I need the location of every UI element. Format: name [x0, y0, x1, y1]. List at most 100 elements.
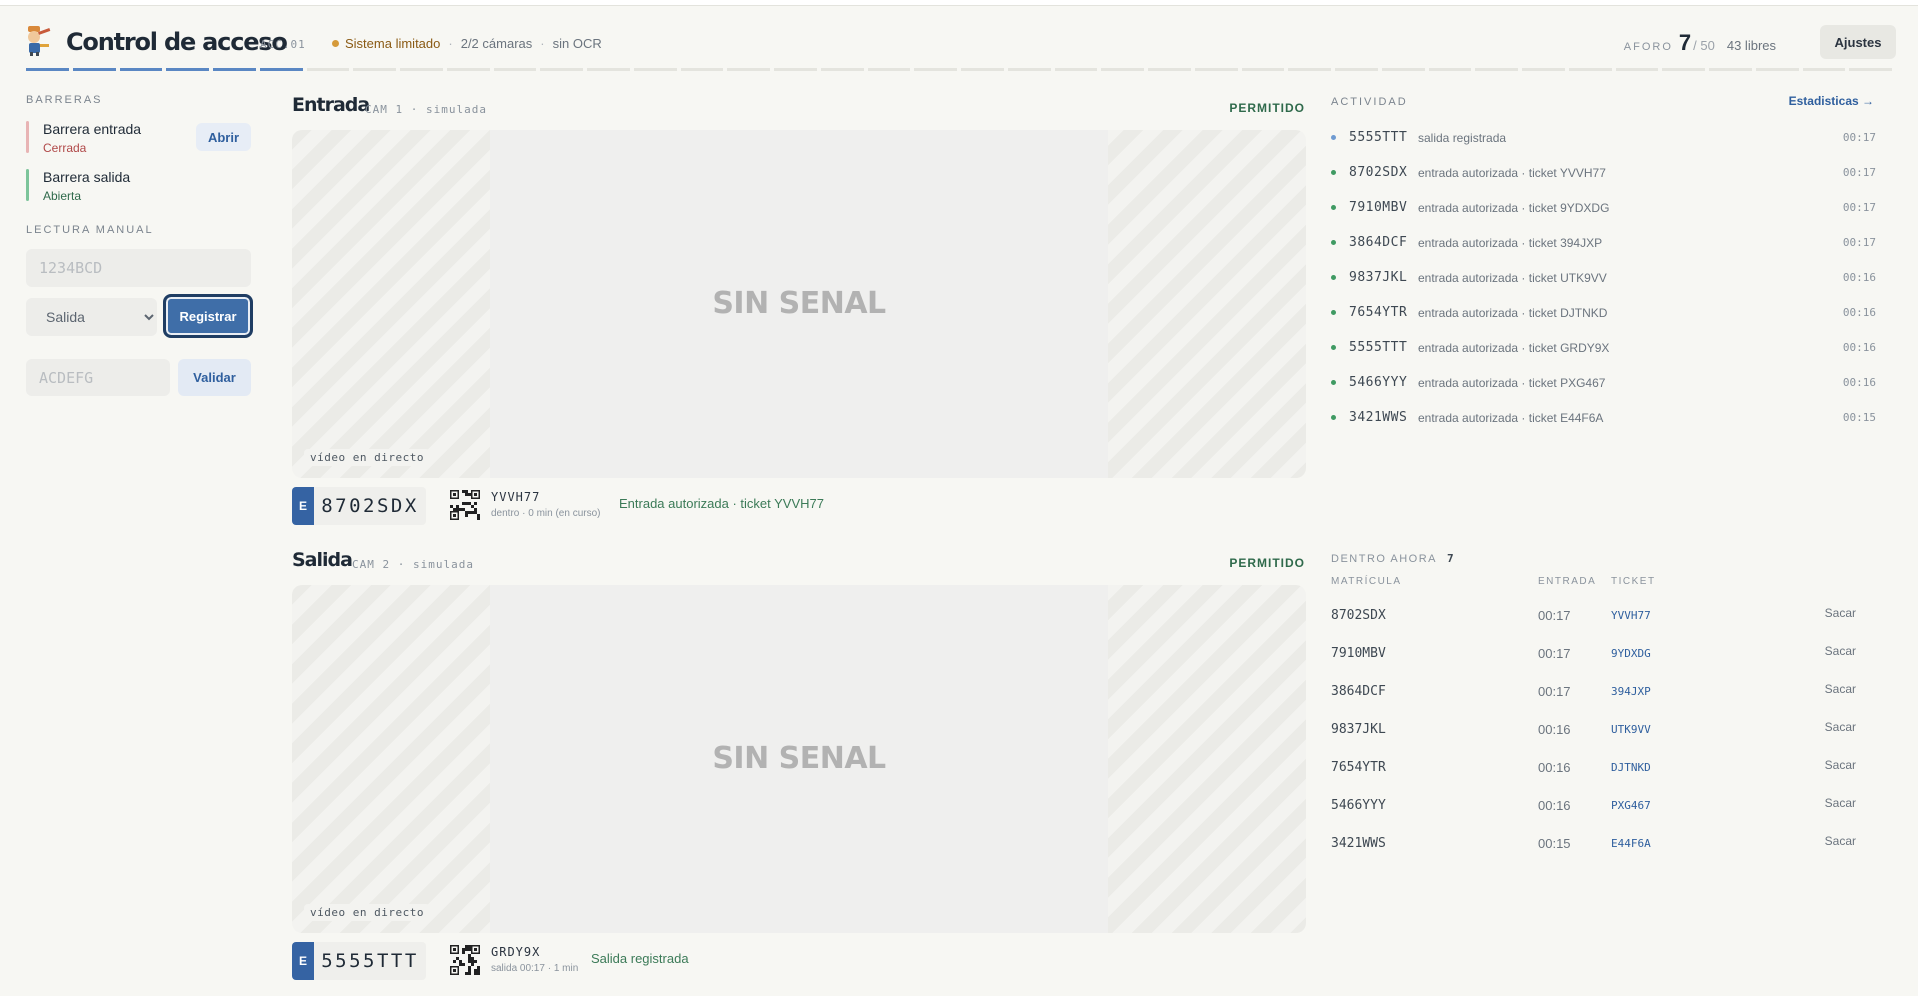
activity-dot-icon — [1331, 275, 1336, 280]
activity-time: 00:17 — [1842, 236, 1876, 249]
exit-camera-subtitle: CAM 2 · simulada — [352, 558, 474, 571]
barriers-label: BARRERAS — [26, 94, 103, 106]
progress-segment — [633, 68, 677, 71]
capacity-label: AFORO — [1623, 41, 1673, 53]
progress-segment — [1849, 68, 1892, 71]
activity-dot-icon — [1331, 170, 1336, 175]
row-plate: 3864DCF — [1331, 684, 1386, 699]
warning-dot-icon — [332, 40, 339, 47]
activity-plate: 5466YYY — [1349, 375, 1408, 390]
progress-segment — [446, 68, 490, 71]
progress-segment — [1709, 68, 1752, 71]
progress-segment — [1568, 68, 1612, 71]
statistics-link[interactable]: Estadisticas → — [1789, 94, 1874, 108]
app-title: Control de acceso — [66, 28, 288, 56]
progress-segment — [1054, 68, 1098, 71]
activity-dot-icon — [1331, 205, 1336, 210]
row-entry-time: 00:17 — [1538, 684, 1571, 699]
barrier-entrance-state: Cerrada — [43, 141, 87, 155]
remove-vehicle-button[interactable]: Sacar — [1825, 758, 1856, 772]
remove-vehicle-button[interactable]: Sacar — [1825, 796, 1856, 810]
exit-message: Salida registrada — [591, 951, 689, 966]
exit-plate-number: 5555TTT — [314, 942, 426, 980]
logo-icon — [28, 26, 51, 56]
row-plate: 7910MBV — [1331, 646, 1386, 661]
status-warning: Sistema limitado — [345, 36, 441, 51]
activity-text: entrada autorizada · ticket DJTNKD — [1418, 306, 1608, 320]
activity-item: 7910MBV entrada autorizada · ticket 9YDXD… — [1331, 199, 1876, 219]
activity-text: entrada autorizada · ticket E44F6A — [1418, 411, 1604, 425]
progress-segment — [820, 68, 864, 71]
exit-video-feed[interactable]: SIN SENAL vídeo en directo — [292, 585, 1306, 933]
progress-segment — [1335, 68, 1378, 71]
progress-segment — [306, 68, 350, 71]
remove-vehicle-button[interactable]: Sacar — [1825, 606, 1856, 620]
progress-segment — [400, 68, 443, 71]
remove-vehicle-button[interactable]: Sacar — [1825, 834, 1856, 848]
progress-segment — [961, 68, 1004, 71]
activity-item: 8702SDX entrada autorizada · ticket YVVH7… — [1331, 164, 1876, 184]
capacity-progress-bar — [26, 68, 1896, 71]
settings-button[interactable]: Ajustes — [1820, 25, 1896, 59]
row-plate: 9837JKL — [1331, 722, 1386, 737]
entrance-ticket-detail: dentro · 0 min (en curso) — [491, 508, 601, 519]
camera-count: 2/2 cámaras — [460, 36, 533, 51]
progress-segment — [353, 68, 396, 71]
row-ticket: 9YDXDG — [1611, 647, 1651, 660]
progress-segment — [867, 68, 911, 71]
open-entrance-button[interactable]: Abrir — [196, 123, 251, 151]
activity-item: 5555TTT entrada autorizada · ticket GRDY9… — [1331, 339, 1876, 359]
exit-ticket-code: GRDY9X — [491, 945, 541, 959]
entrance-video-feed[interactable]: SIN SENAL vídeo en directo — [292, 130, 1306, 478]
activity-time: 00:16 — [1842, 341, 1876, 354]
activity-time: 00:17 — [1842, 131, 1876, 144]
exit-status-badge: PERMITIDO — [1229, 556, 1305, 570]
progress-segment — [680, 68, 724, 71]
table-row: 7654YTR 00:16 DJTNKD Sacar — [1331, 758, 1856, 780]
progress-segment — [1662, 68, 1705, 71]
entrance-plate-number: 8702SDX — [314, 487, 426, 525]
row-ticket: UTK9VV — [1611, 723, 1651, 736]
activity-dot-icon — [1331, 135, 1336, 140]
activity-plate: 7654YTR — [1349, 305, 1408, 320]
station-code: ACC.01 — [260, 38, 306, 51]
row-ticket: E44F6A — [1611, 837, 1651, 850]
activity-text: entrada autorizada · ticket 394JXP — [1418, 236, 1603, 250]
column-header-plate: MATRÍCULA — [1331, 576, 1402, 587]
exit-camera-title: Salida — [292, 549, 353, 571]
row-ticket: 394JXP — [1611, 685, 1651, 698]
plate-input[interactable] — [26, 249, 251, 287]
inside-now-count: 7 — [1446, 552, 1456, 565]
no-signal-label: SIN SENAL — [712, 286, 886, 321]
direction-select[interactable]: Salida — [26, 298, 157, 336]
row-entry-time: 00:16 — [1538, 722, 1571, 737]
header: Control de acceso ACC.01 Sistema limitad… — [26, 20, 1896, 64]
activity-plate: 9837JKL — [1349, 270, 1408, 285]
row-entry-time: 00:16 — [1538, 798, 1571, 813]
remove-vehicle-button[interactable]: Sacar — [1825, 682, 1856, 696]
activity-time: 00:16 — [1842, 376, 1876, 389]
activity-time: 00:16 — [1842, 306, 1876, 319]
entrance-camera-subtitle: CAM 1 · simulada — [365, 103, 487, 116]
activity-dot-icon — [1331, 345, 1336, 350]
activity-plate: 7910MBV — [1349, 200, 1408, 215]
progress-segment — [1522, 68, 1565, 71]
progress-segment — [540, 68, 583, 71]
barrier-exit-name: Barrera salida — [43, 169, 131, 185]
progress-segment — [587, 68, 630, 71]
activity-time: 00:16 — [1842, 271, 1876, 284]
ticket-input[interactable] — [26, 359, 170, 396]
remove-vehicle-button[interactable]: Sacar — [1825, 644, 1856, 658]
register-button[interactable]: Registrar — [163, 294, 253, 338]
row-ticket: PXG467 — [1611, 799, 1651, 812]
remove-vehicle-button[interactable]: Sacar — [1825, 720, 1856, 734]
table-row: 8702SDX 00:17 YVVH77 Sacar — [1331, 606, 1856, 628]
progress-segment — [1288, 68, 1331, 71]
validate-button[interactable]: Validar — [178, 359, 251, 396]
table-row: 7910MBV 00:17 9YDXDG Sacar — [1331, 644, 1856, 666]
barrier-entrance-name: Barrera entrada — [43, 121, 142, 137]
activity-text: entrada autorizada · ticket 9YDXDG — [1418, 201, 1610, 215]
capacity-total: / 50 — [1693, 38, 1715, 53]
row-entry-time: 00:16 — [1538, 760, 1571, 775]
entrance-message: Entrada autorizada · ticket YVVH77 — [619, 496, 824, 511]
